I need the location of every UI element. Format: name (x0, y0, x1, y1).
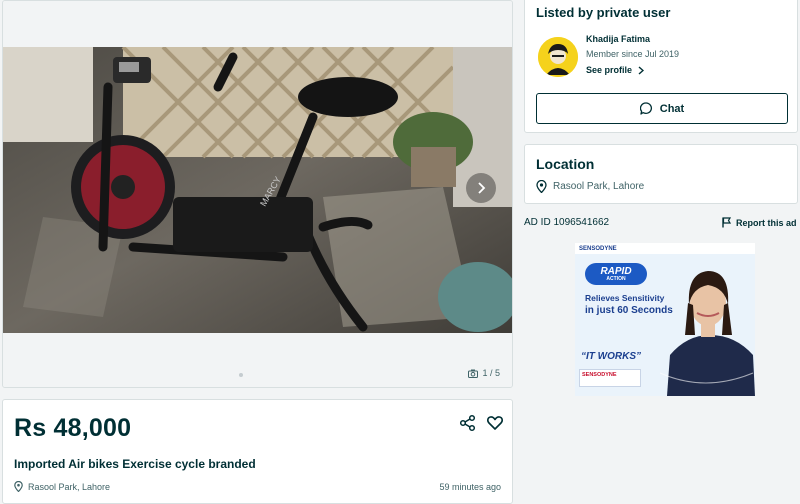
share-icon (459, 414, 476, 432)
see-profile-label: See profile (586, 65, 633, 75)
report-ad-link[interactable]: Report this ad (722, 217, 797, 228)
chevron-right-icon (638, 65, 645, 75)
image-counter-text: 1 / 5 (482, 368, 500, 378)
posted-time: 59 minutes ago (439, 482, 501, 492)
exercise-bike-photo: MARCY (3, 47, 512, 333)
banner-rapid-badge: RAPID ACTION (585, 263, 647, 285)
seller-name: Khadija Fatima (586, 34, 651, 44)
price-card: Rs 48,000 Imported Air bikes Exercise cy… (2, 399, 513, 504)
location-pin-icon (536, 180, 547, 193)
camera-icon (468, 369, 479, 378)
banner-rapid-sub: ACTION (606, 275, 626, 282)
banner-it-works: “IT WORKS” (581, 351, 641, 362)
gallery-top-band (3, 1, 512, 47)
banner-claim-line1: Relieves Sensitivity (585, 293, 665, 303)
gallery-bottom-band (3, 333, 512, 387)
price: Rs 48,000 (14, 414, 132, 442)
banner-product-box: SENSODYNE (579, 369, 641, 387)
image-gallery[interactable]: MARCY 1 / 5 (2, 0, 513, 388)
banner-claim: Relieves Sensitivity in just 60 Seconds (585, 293, 683, 318)
listing-photo[interactable]: MARCY (3, 47, 512, 333)
location-row[interactable]: Rasool Park, Lahore (536, 180, 644, 193)
user-avatar-icon (538, 37, 578, 77)
chevron-right-icon (478, 182, 486, 194)
favorite-button[interactable] (486, 414, 504, 432)
ad-id: AD ID 1096541662 (524, 217, 610, 228)
gallery-dot[interactable] (239, 373, 243, 377)
chat-bubble-icon (639, 102, 652, 115)
banner-brand-top: SENSODYNE (579, 246, 617, 252)
chat-button[interactable]: Chat (536, 93, 788, 124)
listing-location-text: Rasool Park, Lahore (28, 481, 111, 492)
location-pin-icon (14, 481, 23, 492)
see-profile-link[interactable]: See profile (586, 65, 645, 75)
banner-rapid-text: RAPID (600, 265, 632, 277)
share-button[interactable] (459, 414, 477, 432)
banner-claim-line2: in just 60 Seconds (585, 305, 673, 317)
seller-card: Listed by private user Khadija Fatima Me… (524, 0, 798, 133)
member-since: Member since Jul 2019 (586, 49, 680, 59)
location-card: Location Rasool Park, Lahore (524, 144, 798, 204)
chat-label: Chat (659, 102, 685, 115)
listing-page: MARCY 1 / 5 Rs 48,000 Imported Air bikes… (0, 0, 800, 504)
listing-title: Imported Air bikes Exercise cycle brande… (14, 457, 256, 471)
listing-location: Rasool Park, Lahore (14, 481, 110, 492)
location-heading: Location (536, 156, 595, 172)
flag-icon (722, 217, 731, 228)
avatar[interactable] (538, 37, 578, 77)
heart-icon (487, 416, 503, 430)
location-text: Rasool Park, Lahore (553, 181, 645, 192)
report-ad-label: Report this ad (736, 217, 797, 228)
image-counter: 1 / 5 (468, 368, 500, 378)
advertisement-banner[interactable]: SENSODYNE RAPID ACTION Relieves Sensitiv… (575, 243, 755, 396)
seller-heading: Listed by private user (536, 5, 671, 20)
next-image-button[interactable] (466, 173, 496, 203)
